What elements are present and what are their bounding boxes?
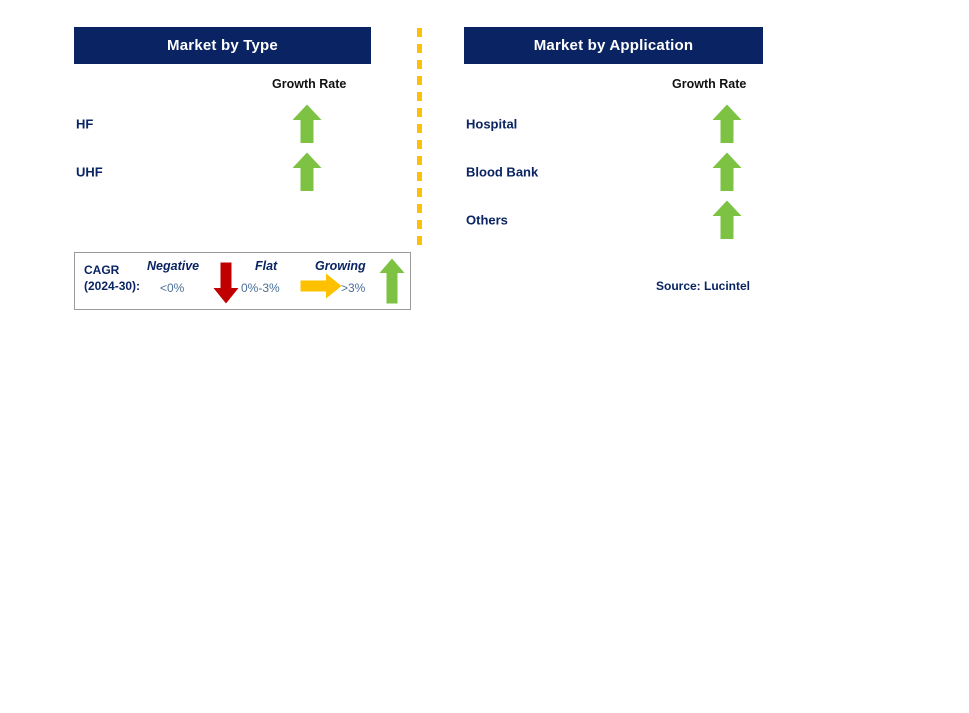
segment-label: Blood Bank <box>466 164 539 180</box>
growth-rate-column-header-type: Growth Rate <box>272 77 347 91</box>
market-by-type-panel: Market by Type Growth Rate HF UHF CAGR (… <box>0 0 420 713</box>
source-attribution: Source: Lucintel <box>656 279 751 293</box>
panel-title-market-by-application: Market by Application <box>464 27 763 64</box>
legend-icon-slot <box>379 258 405 309</box>
legend-title: CAGR (2024-30): <box>84 262 140 294</box>
arrow-up-icon <box>379 258 405 304</box>
arrow-down-icon <box>213 262 239 304</box>
segment-row: Blood Bank <box>466 152 766 192</box>
legend-word: Flat <box>255 259 278 273</box>
arrow-up-icon <box>712 152 742 191</box>
arrow-up-icon <box>292 152 322 191</box>
legend-range: 0%-3% <box>241 281 280 295</box>
segment-label: HF <box>76 116 94 132</box>
legend-word: Negative <box>147 259 200 273</box>
legend-range: <0% <box>160 281 185 295</box>
legend-entry-growing: Growing >3% <box>315 258 415 305</box>
market-by-application-panel: Market by Application Growth Rate Hospit… <box>420 0 969 713</box>
legend-title-line2: (2024-30): <box>84 279 141 293</box>
segment-row: Hospital <box>466 104 766 144</box>
legend-range: >3% <box>341 281 366 295</box>
cagr-legend: CAGR (2024-30): Negative <0% Flat 0%-3% <box>74 252 411 310</box>
segment-row: HF <box>76 104 376 144</box>
panel-title-market-by-type: Market by Type <box>74 27 371 64</box>
growth-arrow-cell <box>712 200 742 240</box>
segment-label: UHF <box>76 164 103 180</box>
growth-rate-column-header-application: Growth Rate <box>672 77 747 91</box>
arrow-up-icon <box>712 104 742 143</box>
arrow-up-icon <box>292 104 322 143</box>
segment-label: Others <box>466 212 508 228</box>
legend-word: Growing <box>315 259 366 273</box>
segment-label: Hospital <box>466 116 518 132</box>
growth-arrow-cell <box>292 152 322 192</box>
growth-arrow-cell <box>712 152 742 192</box>
growth-arrow-cell <box>712 104 742 144</box>
segment-row: UHF <box>76 152 376 192</box>
segment-row: Others <box>466 200 766 240</box>
growth-arrow-cell <box>292 104 322 144</box>
legend-title-line1: CAGR <box>84 263 120 277</box>
legend-icon-slot <box>213 262 239 309</box>
legend-entry-negative: Negative <0% <box>147 259 247 305</box>
arrow-up-icon <box>712 200 742 239</box>
